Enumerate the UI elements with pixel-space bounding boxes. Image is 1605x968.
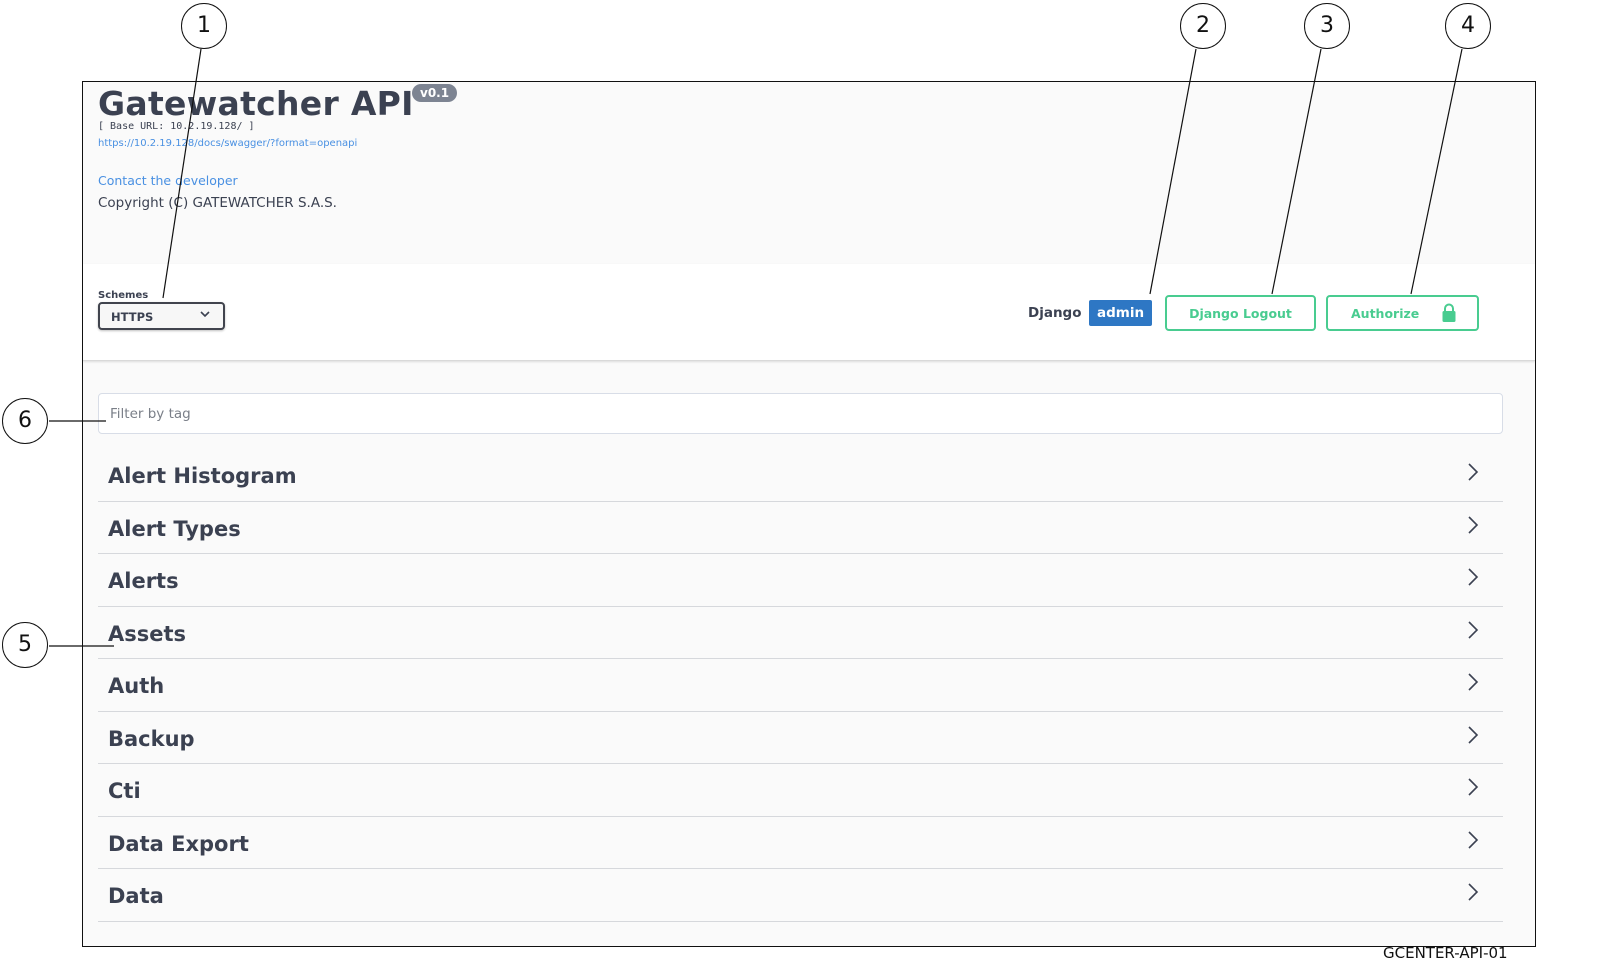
tag-section-cti[interactable]: Cti: [98, 764, 1503, 817]
tag-section-backup[interactable]: Backup: [98, 712, 1503, 764]
tag-name: Alerts: [108, 569, 179, 593]
chevron-right-icon: [1468, 830, 1479, 849]
tag-list: Alert Histogram Alert Types Alerts Asset…: [98, 449, 1503, 922]
chevron-right-icon: [1468, 883, 1479, 901]
scheme-selected-value: HTTPS: [111, 310, 154, 324]
django-label: Django: [1028, 305, 1082, 321]
openapi-spec-link[interactable]: https://10.2.19.128/docs/swagger/?format…: [98, 138, 357, 149]
tag-name: Data: [108, 884, 164, 908]
figure-id: GCENTER-API-01: [1383, 944, 1508, 962]
callout-6: 6: [2, 398, 48, 444]
copyright-text: Copyright (C) GATEWATCHER S.A.S.: [98, 195, 337, 211]
callout-4: 4: [1445, 3, 1491, 49]
tag-name: Alert Types: [108, 516, 241, 541]
chevron-down-icon: [200, 311, 210, 318]
callout-2: 2: [1180, 3, 1226, 49]
logged-in-user-badge: admin: [1089, 300, 1153, 326]
chevron-right-icon: [1468, 620, 1479, 639]
tag-name: Backup: [108, 726, 195, 751]
tag-section-data[interactable]: Data: [98, 869, 1503, 922]
authorize-label: Authorize: [1351, 305, 1420, 321]
tag-section-alert-histogram[interactable]: Alert Histogram: [98, 449, 1503, 502]
tag-section-alert-types[interactable]: Alert Types: [98, 502, 1503, 554]
callout-5: 5: [2, 622, 48, 668]
version-badge: v0.1: [412, 84, 458, 102]
chevron-right-icon: [1468, 463, 1479, 481]
api-title: Gatewatcher API: [98, 84, 414, 123]
tag-section-assets[interactable]: Assets: [98, 607, 1503, 659]
tag-section-alerts[interactable]: Alerts: [98, 554, 1503, 607]
tag-name: Cti: [108, 779, 141, 803]
django-logout-button[interactable]: Django Logout: [1165, 295, 1316, 331]
tag-name: Assets: [108, 621, 187, 646]
chevron-right-icon: [1468, 673, 1479, 691]
callout-3: 3: [1304, 3, 1350, 49]
filter-by-tag-input[interactable]: [99, 394, 1502, 433]
contact-developer-link[interactable]: Contact the developer: [98, 173, 238, 188]
authorize-button[interactable]: Authorize: [1326, 295, 1479, 331]
tag-name: Data Export: [108, 831, 249, 856]
tag-section-data-export[interactable]: Data Export: [98, 817, 1503, 869]
filter-container: [98, 393, 1503, 434]
chevron-right-icon: [1468, 515, 1479, 534]
callout-1: 1: [181, 3, 227, 49]
schemes-label: Schemes: [98, 290, 149, 301]
tag-name: Auth: [108, 674, 165, 698]
tag-name: Alert Histogram: [108, 464, 297, 488]
chevron-right-icon: [1468, 778, 1479, 796]
base-url: [ Base URL: 10.2.19.128/ ]: [98, 121, 255, 132]
api-info-section: Gatewatcher API v0.1 [ Base URL: 10.2.19…: [83, 82, 1535, 264]
scheme-select[interactable]: HTTPS: [98, 302, 225, 330]
scheme-container: Schemes HTTPS Django admin Django Logout…: [83, 264, 1535, 361]
chevron-right-icon: [1468, 568, 1479, 586]
lock-icon: [1442, 303, 1456, 322]
tag-section-auth[interactable]: Auth: [98, 659, 1503, 712]
swagger-ui-window: Gatewatcher API v0.1 [ Base URL: 10.2.19…: [82, 81, 1536, 947]
chevron-right-icon: [1468, 725, 1479, 744]
